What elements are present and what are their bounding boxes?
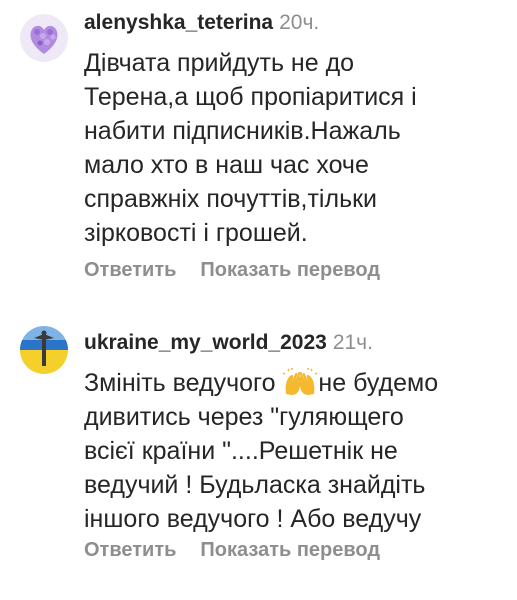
show-translation-button[interactable]: Показать перевод: [200, 259, 380, 281]
username-link[interactable]: alenyshka_teterina: [84, 11, 273, 34]
avatar[interactable]: [20, 14, 68, 62]
lilac-heart-avatar-icon: [20, 14, 68, 62]
comment-text-line: справжніх почуттів,тільки: [84, 185, 377, 213]
comment-text-line: Дівчата прийдуть не до: [84, 49, 355, 77]
show-translation-button[interactable]: Показать перевод: [200, 539, 380, 561]
reply-button[interactable]: Ответить: [84, 539, 176, 561]
comment-text: Дівчата прийдуть не до Терена,а щоб проп…: [84, 46, 499, 250]
ukraine-flag-monument-avatar-icon: [20, 326, 68, 374]
comment-text-line: мало хто в наш час хоче: [84, 151, 369, 179]
reply-button[interactable]: Ответить: [84, 259, 176, 281]
comment-header: alenyshka_teterina 20ч.: [84, 10, 319, 36]
comment-timestamp: 20ч.: [279, 11, 320, 34]
comment-text-line: набити підписників.Нажаль: [84, 117, 401, 145]
avatar[interactable]: [20, 326, 68, 374]
comment-text-line: Терена,а щоб пропіаритися і: [84, 83, 417, 111]
raising-hands-emoji-icon: [283, 368, 318, 395]
comment-text-line: Змініть ведучого не будемо: [84, 366, 499, 400]
comment-timestamp: 21ч.: [332, 331, 373, 354]
comment-text-line: всієї країни "....Решетнік не: [84, 437, 398, 465]
comment-actions: Ответить Показать перевод: [84, 538, 380, 562]
comment-text-segment: не будемо: [318, 369, 439, 397]
comment-text-line: дивитись через "гуляющего: [84, 403, 404, 431]
comment-text-line: іншого ведучого ! Або ведучу: [84, 505, 422, 533]
comment-text-segment: Змініть ведучого: [84, 369, 283, 397]
comment-text: Змініть ведучого не будемо дивитись чере…: [84, 366, 499, 536]
comment-text-line: ведучий ! Будьласка знайдіть: [84, 471, 426, 499]
comment-header: ukraine_my_world_2023 21ч.: [84, 330, 373, 356]
comment-text-line: зірковості і грошей.: [84, 219, 308, 247]
username-link[interactable]: ukraine_my_world_2023: [84, 331, 327, 354]
comment-actions: Ответить Показать перевод: [84, 258, 380, 282]
